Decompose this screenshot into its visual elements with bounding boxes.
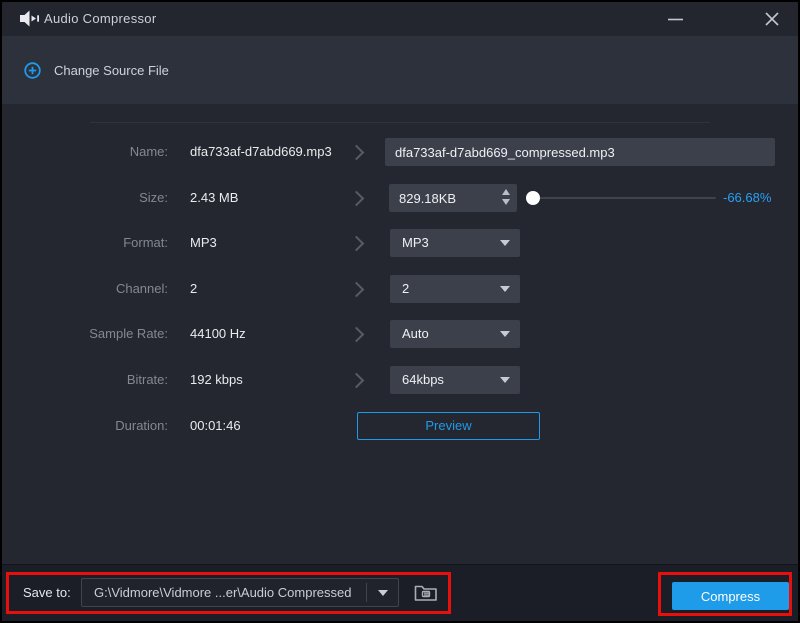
dropdown-arrow-icon bbox=[500, 240, 510, 246]
sample-rate-dropdown-value: Auto bbox=[402, 320, 429, 348]
bitrate-label: Bitrate: bbox=[2, 366, 168, 394]
plus-circle-icon bbox=[24, 62, 41, 79]
size-slider[interactable] bbox=[526, 184, 716, 212]
sample-rate-current-value: 44100 Hz bbox=[190, 320, 246, 348]
dropdown-arrow-icon bbox=[500, 286, 510, 292]
format-current-value: MP3 bbox=[190, 229, 217, 257]
titlebar[interactable]: Audio Compressor bbox=[2, 2, 798, 37]
save-path-value: G:\Vidmore\Vidmore ...er\Audio Compresse… bbox=[94, 579, 351, 606]
minimize-button[interactable] bbox=[658, 2, 692, 36]
header-bar: Change Source File bbox=[2, 36, 798, 104]
dropdown-arrow-icon bbox=[500, 331, 510, 337]
folder-icon bbox=[414, 583, 438, 602]
sample-rate-dropdown[interactable]: Auto bbox=[390, 320, 520, 348]
channel-dropdown-value: 2 bbox=[402, 275, 409, 303]
bitrate-dropdown[interactable]: 64kbps bbox=[390, 366, 520, 394]
chevron-right-icon bbox=[349, 145, 365, 161]
compress-button[interactable]: Compress bbox=[672, 582, 789, 610]
sample-rate-label: Sample Rate: bbox=[2, 320, 168, 348]
spinner-arrows[interactable] bbox=[502, 189, 510, 205]
size-reduction-percent: -66.68% bbox=[723, 184, 771, 212]
output-size-spinner[interactable] bbox=[389, 184, 517, 212]
channel-current-value: 2 bbox=[190, 275, 197, 303]
duration-row: Duration: 00:01:46 Preview bbox=[2, 412, 798, 440]
minimize-icon bbox=[668, 18, 683, 21]
name-row: Name: dfa733af-d7abd669.mp3 bbox=[2, 138, 798, 166]
format-row: Format: MP3 MP3 bbox=[2, 229, 798, 257]
bitrate-row: Bitrate: 192 kbps 64kbps bbox=[2, 366, 798, 394]
channel-row: Channel: 2 2 bbox=[2, 275, 798, 303]
close-icon bbox=[765, 12, 779, 26]
speaker-icon bbox=[20, 10, 40, 28]
bitrate-current-value: 192 kbps bbox=[190, 366, 243, 394]
channel-dropdown[interactable]: 2 bbox=[390, 275, 520, 303]
panel-divider bbox=[90, 122, 710, 123]
duration-current-value: 00:01:46 bbox=[190, 412, 241, 440]
change-source-file-button[interactable]: Change Source File bbox=[24, 56, 169, 84]
size-row: Size: 2.43 MB -66.68% bbox=[2, 184, 798, 212]
size-current-value: 2.43 MB bbox=[190, 184, 238, 212]
name-current-value: dfa733af-d7abd669.mp3 bbox=[190, 138, 332, 166]
close-button[interactable] bbox=[755, 2, 789, 36]
spin-up-icon[interactable] bbox=[502, 189, 510, 195]
size-label: Size: bbox=[2, 184, 168, 212]
chevron-right-icon bbox=[349, 236, 365, 252]
slider-handle[interactable] bbox=[526, 191, 540, 205]
bitrate-dropdown-value: 64kbps bbox=[402, 366, 444, 394]
channel-label: Channel: bbox=[2, 275, 168, 303]
dropdown-arrow-icon[interactable] bbox=[378, 590, 388, 596]
main-panel: Name: dfa733af-d7abd669.mp3 Size: 2.43 M… bbox=[2, 104, 798, 565]
spin-down-icon[interactable] bbox=[502, 199, 510, 205]
sample-rate-row: Sample Rate: 44100 Hz Auto bbox=[2, 320, 798, 348]
footer-bar: Save to: G:\Vidmore\Vidmore ...er\Audio … bbox=[2, 564, 798, 621]
window-title: Audio Compressor bbox=[44, 2, 156, 36]
format-dropdown[interactable]: MP3 bbox=[390, 229, 520, 257]
output-size-input[interactable] bbox=[389, 184, 495, 212]
chevron-right-icon bbox=[349, 373, 365, 389]
duration-label: Duration: bbox=[2, 412, 168, 440]
change-source-file-label: Change Source File bbox=[54, 63, 169, 78]
save-to-field[interactable]: G:\Vidmore\Vidmore ...er\Audio Compresse… bbox=[81, 578, 399, 607]
save-to-label: Save to: bbox=[23, 565, 71, 621]
format-label: Format: bbox=[2, 229, 168, 257]
chevron-right-icon bbox=[349, 282, 365, 298]
chevron-right-icon bbox=[349, 327, 365, 343]
browse-folder-button[interactable] bbox=[408, 579, 444, 606]
output-name-input[interactable] bbox=[385, 138, 775, 166]
preview-button[interactable]: Preview bbox=[357, 412, 540, 440]
name-label: Name: bbox=[2, 138, 168, 166]
combo-separator bbox=[366, 583, 367, 602]
format-dropdown-value: MP3 bbox=[402, 229, 429, 257]
dropdown-arrow-icon bbox=[500, 377, 510, 383]
slider-track[interactable] bbox=[526, 197, 716, 199]
audio-compressor-window: Audio Compressor Change Source File Name… bbox=[0, 0, 800, 623]
chevron-right-icon bbox=[349, 191, 365, 207]
